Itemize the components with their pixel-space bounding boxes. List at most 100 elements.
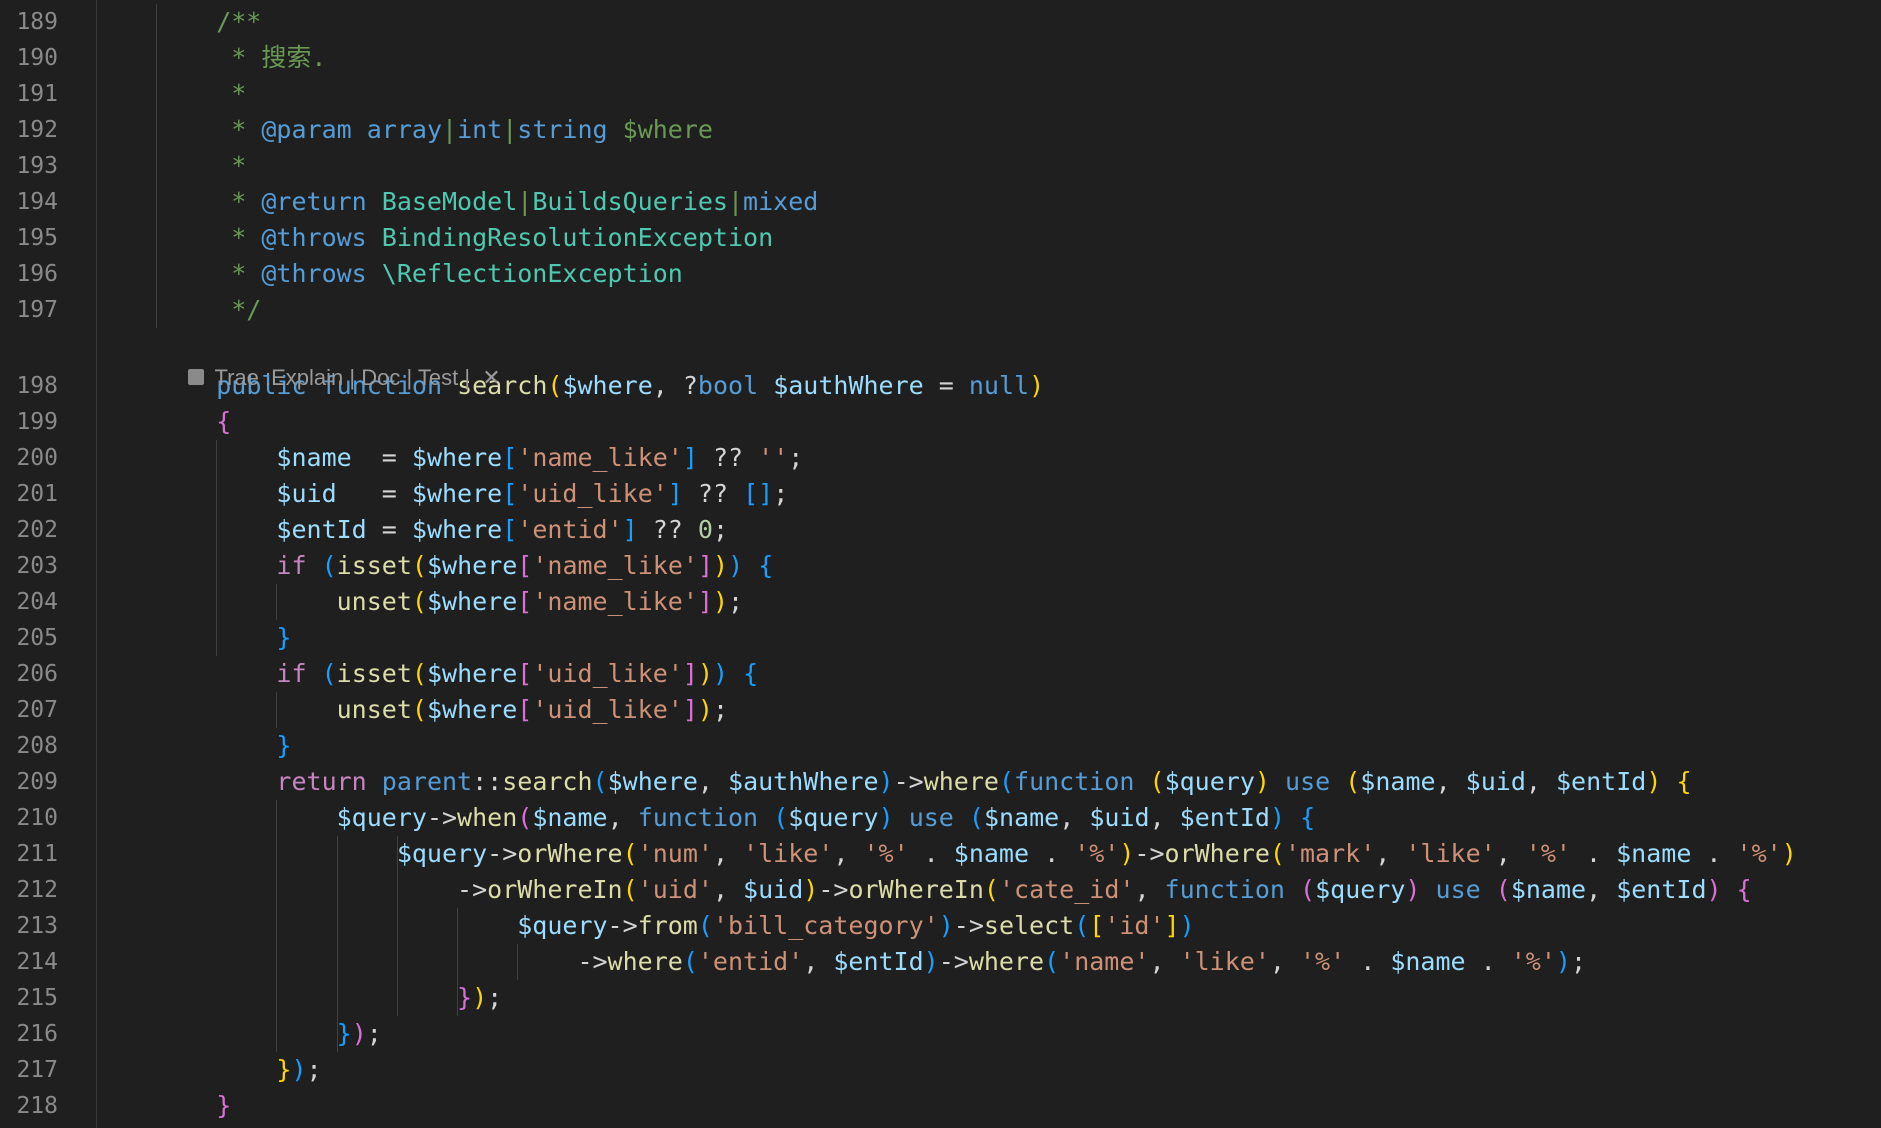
code-token: ( [517, 803, 533, 832]
code-token: * [156, 79, 247, 108]
code-token: ) [712, 587, 729, 616]
line-code: }); [156, 1052, 321, 1088]
code-token: , [1435, 767, 1466, 796]
line-number: 202 [16, 517, 58, 543]
code-token: 'id' [1104, 911, 1165, 940]
code-token: | [517, 187, 533, 216]
code-token: , [712, 875, 744, 904]
code-token: '%' [1300, 947, 1346, 976]
code-token: unset [336, 695, 412, 724]
line-code: ->orWhereIn('uid', $uid)->orWhereIn('cat… [156, 872, 1752, 908]
code-token: $where [411, 443, 503, 472]
code-token: -> [577, 947, 608, 976]
code-token: $uid [1465, 767, 1526, 796]
code-token: ) [1781, 839, 1797, 868]
indent-guide [397, 836, 398, 1016]
code-token: parent [381, 767, 473, 796]
code-token: ( [411, 551, 427, 580]
code-token: , ? [652, 371, 698, 400]
code-token: [ [502, 443, 518, 472]
code-token: ( [321, 659, 337, 688]
code-token: int [457, 115, 503, 144]
code-token: if [276, 551, 307, 580]
code-token: [ [502, 479, 518, 508]
line-code: if (isset($where['name_like'])) { [156, 548, 773, 584]
code-token: array [366, 115, 442, 144]
code-token: select [983, 911, 1075, 940]
code-token: = [366, 515, 412, 544]
code-token: { [743, 659, 759, 688]
indent-guide [276, 800, 277, 1052]
code-token: $name [953, 839, 1030, 868]
code-lens-doc[interactable]: Doc [361, 365, 400, 390]
code-token: ) [1405, 875, 1421, 904]
code-token: ( [682, 947, 698, 976]
code-token: . [908, 839, 954, 868]
code-token: orWhereIn [848, 875, 984, 904]
code-token: ( [592, 767, 608, 796]
code-token: $entId [833, 947, 924, 976]
code-token: ; [773, 479, 789, 508]
line-code: $query->when($name, function ($query) us… [156, 800, 1316, 836]
code-token: $entId [1556, 767, 1647, 796]
code-token: $query [336, 803, 427, 832]
code-lens-explain[interactable]: Explain [271, 365, 343, 390]
code-editor[interactable]: 189 /** 190 * 搜索. 191 * 192 * @param array|… [0, 0, 1881, 1128]
code-token: where [607, 947, 683, 976]
code-token: $where [426, 695, 518, 724]
code-token: } [276, 1055, 292, 1084]
code-token: . [1691, 839, 1737, 868]
code-token: 'entid' [697, 947, 804, 976]
indent-guide [276, 692, 277, 728]
code-token: ) [938, 911, 954, 940]
code-token: $where [607, 115, 713, 144]
line-code: } [156, 620, 291, 656]
code-token: * [156, 223, 262, 252]
code-token: mixed [743, 187, 819, 216]
code-token: ; [788, 443, 804, 472]
code-token: , [1134, 875, 1165, 904]
code-token: ( [1074, 911, 1090, 940]
code-token: ( [983, 875, 999, 904]
code-token: { [1736, 875, 1752, 904]
code-token: [] [743, 479, 774, 508]
code-lens-separator: | [343, 365, 362, 390]
code-token: ( [697, 911, 713, 940]
line-code: * 搜索. [156, 40, 326, 76]
code-token: ] [682, 695, 698, 724]
code-lens: Trae :Explain | Doc | Test | ✕ [164, 327, 501, 390]
code-token: function [637, 803, 759, 832]
code-token: ) [472, 983, 488, 1012]
code-token: ) [713, 551, 729, 580]
line-number: 213 [16, 913, 58, 939]
code-token: ] [682, 443, 698, 472]
code-token: 'uid' [637, 875, 713, 904]
code-lens-test[interactable]: Test [418, 365, 458, 390]
code-token: , [1375, 839, 1406, 868]
code-token: , [1495, 839, 1526, 868]
code-token: '%' [1736, 839, 1782, 868]
code-token: , [1269, 947, 1300, 976]
close-icon[interactable]: ✕ [482, 365, 500, 390]
code-token: ) [697, 659, 713, 688]
code-token: 'num' [637, 839, 713, 868]
code-token: -> [893, 767, 924, 796]
code-token: $query [788, 803, 879, 832]
code-token: /** [156, 7, 262, 36]
code-token: $query [396, 839, 488, 868]
indent-guide [276, 584, 277, 620]
line-number: 216 [16, 1021, 58, 1047]
code-token: $authWhere [773, 371, 924, 400]
code-token: . [1570, 839, 1617, 868]
line-number: 210 [16, 805, 58, 831]
indent-guide [517, 944, 518, 980]
code-token: ) [1646, 767, 1662, 796]
line-code: $query->from('bill_category')->select(['… [156, 908, 1194, 944]
